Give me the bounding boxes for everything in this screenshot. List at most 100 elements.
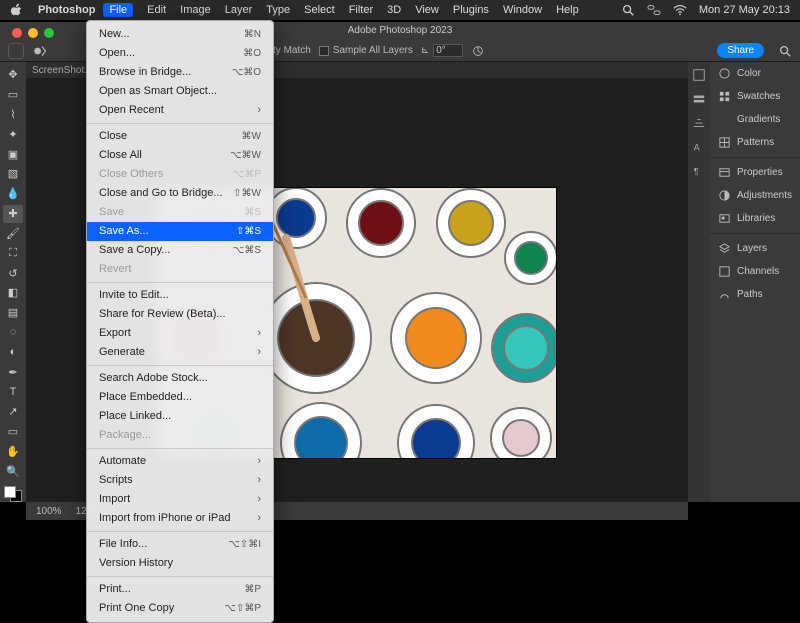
tool-rect[interactable]: ▭: [3, 423, 23, 441]
tool-gradient[interactable]: ▤: [3, 304, 23, 322]
menu-item-place-linked[interactable]: Place Linked...: [87, 407, 273, 426]
menu-item-generate[interactable]: Generate›: [87, 343, 273, 362]
menu-item-browse-in-bridge[interactable]: Browse in Bridge...⌥⌘O: [87, 63, 273, 82]
menu-item-import-from-iphone-or-ipad[interactable]: Import from iPhone or iPad›: [87, 509, 273, 528]
tool-lasso[interactable]: ⌇: [3, 106, 23, 124]
menu-item-save-a-copy[interactable]: Save a Copy...⌥⌘S: [87, 241, 273, 260]
zoom-window-icon[interactable]: [44, 28, 54, 38]
menu-help[interactable]: Help: [556, 4, 579, 16]
panel-icon[interactable]: ¶: [692, 164, 706, 178]
menu-image[interactable]: Image: [180, 4, 211, 16]
menu-item-version-history[interactable]: Version History: [87, 554, 273, 573]
menu-item-revert: Revert: [87, 260, 273, 279]
search-icon[interactable]: [778, 44, 792, 58]
minimize-window-icon[interactable]: [28, 28, 38, 38]
collapsed-panels: A ¶: [688, 62, 710, 502]
right-panels: ColorSwatchesGradientsPatterns Properties…: [710, 62, 800, 502]
menu-item-print[interactable]: Print...⌘P: [87, 580, 273, 599]
tool-preset-icon[interactable]: [32, 42, 50, 60]
tool-pen[interactable]: ✒: [3, 363, 23, 381]
tool-frame[interactable]: ▧: [3, 165, 23, 183]
menu-item-export[interactable]: Export›: [87, 324, 273, 343]
menu-window[interactable]: Window: [503, 4, 542, 16]
menu-item-save-as[interactable]: Save As...⇧⌘S: [87, 222, 273, 241]
tool-stamp[interactable]: ⛶: [3, 244, 23, 262]
tool-blur[interactable]: ◌: [3, 324, 23, 342]
option-angle[interactable]: ⊾: [421, 44, 463, 57]
menu-edit[interactable]: Edit: [147, 4, 166, 16]
close-window-icon[interactable]: [12, 28, 22, 38]
tool-marquee[interactable]: ▭: [3, 86, 23, 104]
menu-item-close-and-go-to-bridge[interactable]: Close and Go to Bridge...⇧⌘W: [87, 184, 273, 203]
option-sample-all-layers[interactable]: Sample All Layers: [319, 45, 413, 56]
menu-item-save: Save⌘S: [87, 203, 273, 222]
menu-item-new[interactable]: New...⌘N: [87, 25, 273, 44]
menu-item-print-one-copy[interactable]: Print One Copy⌥⇧⌘P: [87, 599, 273, 618]
apple-icon: [10, 3, 24, 17]
tool-eraser[interactable]: ◧: [3, 284, 23, 302]
menu-item-close-all[interactable]: Close All⌥⌘W: [87, 146, 273, 165]
menu-item-scripts[interactable]: Scripts›: [87, 471, 273, 490]
menu-view[interactable]: View: [415, 4, 439, 16]
share-button[interactable]: Share: [717, 43, 764, 58]
tool-zoom[interactable]: 🔍: [3, 462, 23, 480]
file-menu[interactable]: New...⌘NOpen...⌘OBrowse in Bridge...⌥⌘OO…: [86, 20, 274, 623]
zoom-level[interactable]: 100%: [36, 506, 62, 517]
tool-dodge[interactable]: ◐: [3, 343, 23, 361]
menu-plugins[interactable]: Plugins: [453, 4, 489, 16]
wifi-icon[interactable]: [673, 3, 687, 17]
home-icon[interactable]: [8, 43, 24, 59]
tool-heal[interactable]: ✚: [3, 205, 23, 223]
panel-paths[interactable]: Paths: [710, 283, 800, 306]
panel-icon[interactable]: A: [692, 140, 706, 154]
tool-wand[interactable]: ✦: [3, 125, 23, 143]
panel-icon[interactable]: [692, 116, 706, 130]
menu-item-close[interactable]: Close⌘W: [87, 127, 273, 146]
menu-item-open-as-smart-object[interactable]: Open as Smart Object...: [87, 82, 273, 101]
panel-color[interactable]: Color: [710, 62, 800, 85]
menu-item-place-embedded[interactable]: Place Embedded...: [87, 388, 273, 407]
tool-crop[interactable]: ▣: [3, 145, 23, 163]
panel-adjustments[interactable]: Adjustments: [710, 184, 800, 207]
panel-gradients[interactable]: Gradients: [710, 108, 800, 131]
menubar-clock: Mon 27 May 20:13: [699, 4, 790, 16]
panel-patterns[interactable]: Patterns: [710, 131, 800, 154]
menu-type[interactable]: Type: [266, 4, 290, 16]
tool-path[interactable]: ↗: [3, 403, 23, 421]
menu-item-search-adobe-stock[interactable]: Search Adobe Stock...: [87, 369, 273, 388]
control-center-icon[interactable]: [647, 3, 661, 17]
window-title: Adobe Photoshop 2023: [348, 25, 453, 36]
menu-item-file-info[interactable]: File Info...⌥⇧⌘I: [87, 535, 273, 554]
tool-hand[interactable]: ✋: [3, 442, 23, 460]
menu-layer[interactable]: Layer: [225, 4, 253, 16]
panel-properties[interactable]: Properties: [710, 161, 800, 184]
panel-channels[interactable]: Channels: [710, 260, 800, 283]
menu-filter[interactable]: Filter: [349, 4, 373, 16]
menu-item-automate[interactable]: Automate›: [87, 452, 273, 471]
menu-item-import[interactable]: Import›: [87, 490, 273, 509]
menu-item-open-recent[interactable]: Open Recent›: [87, 101, 273, 120]
panel-icon[interactable]: [692, 92, 706, 106]
tool-brush[interactable]: 🖌: [3, 225, 23, 243]
left-toolbar: ✥▭⌇✦▣▧💧✚🖌⛶↺◧▤◌◐✒T↗▭✋🔍: [0, 62, 26, 502]
color-swatches[interactable]: [4, 486, 22, 502]
menu-3d[interactable]: 3D: [387, 4, 401, 16]
menu-item-share-for-review-beta[interactable]: Share for Review (Beta)...: [87, 305, 273, 324]
menu-item-open[interactable]: Open...⌘O: [87, 44, 273, 63]
panel-libraries[interactable]: Libraries: [710, 207, 800, 230]
svg-text:A: A: [694, 143, 700, 153]
menu-item-close-others: Close Others⌥⌘P: [87, 165, 273, 184]
tool-move[interactable]: ✥: [3, 66, 23, 84]
menu-file[interactable]: File: [103, 3, 133, 17]
panel-layers[interactable]: Layers: [710, 237, 800, 260]
tool-history[interactable]: ↺: [3, 264, 23, 282]
panel-swatches[interactable]: Swatches: [710, 85, 800, 108]
svg-text:¶: ¶: [694, 167, 699, 177]
pressure-icon[interactable]: [471, 44, 485, 58]
menu-item-invite-to-edit[interactable]: Invite to Edit...: [87, 286, 273, 305]
tool-eyedrop[interactable]: 💧: [3, 185, 23, 203]
panel-icon[interactable]: [692, 68, 706, 82]
spotlight-icon[interactable]: [621, 3, 635, 17]
tool-type[interactable]: T: [3, 383, 23, 401]
menu-select[interactable]: Select: [304, 4, 335, 16]
